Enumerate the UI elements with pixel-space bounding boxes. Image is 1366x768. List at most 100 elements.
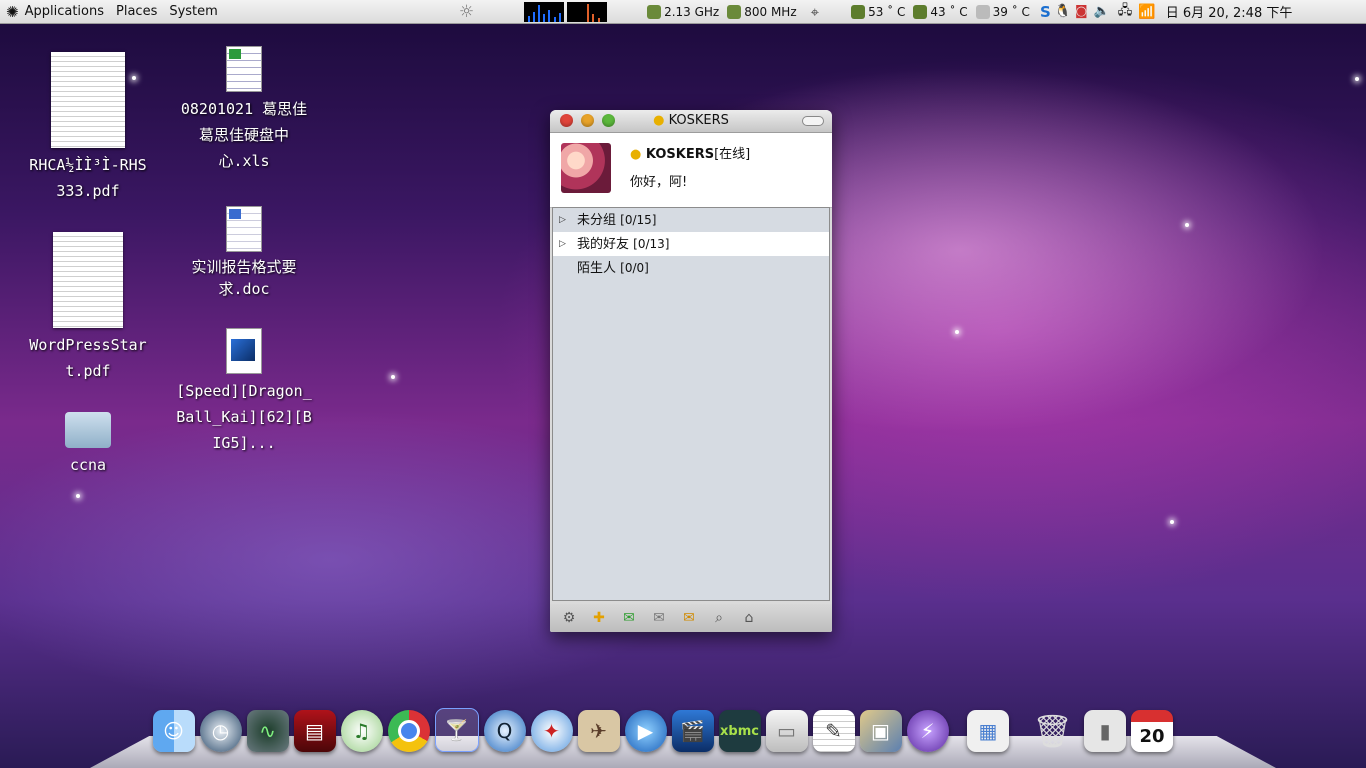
group-message-icon[interactable]: ✉: [678, 607, 700, 629]
temp-sensor-1[interactable]: 53 ˚ C: [851, 4, 906, 19]
mail-icon[interactable]: ✉: [648, 607, 670, 629]
home-icon[interactable]: ⌂: [738, 607, 760, 629]
cocktail-icon[interactable]: 🍸: [434, 708, 479, 752]
weather-sun-icon[interactable]: ☼: [459, 2, 474, 22]
desktop-icon-label: 实训报告格式要求.doc: [191, 258, 297, 298]
system-menu[interactable]: System: [163, 4, 223, 19]
temp-1-label: 53 ˚ C: [868, 4, 906, 19]
chrome-icon[interactable]: [387, 710, 430, 752]
temp-3-label: 39 ˚ C: [992, 4, 1030, 19]
qq-signature[interactable]: 你好，阿!: [630, 171, 687, 190]
background-star: [391, 375, 395, 379]
temp-sensor-2[interactable]: 43 ˚ C: [913, 4, 968, 19]
toolbar-toggle-button[interactable]: [802, 116, 824, 126]
ichat-video-icon[interactable]: ▶: [624, 710, 667, 752]
safari-compass-icon[interactable]: ✦: [530, 710, 573, 752]
expand-arrow-icon: ▷: [559, 239, 566, 249]
toaster-icon[interactable]: ▭: [765, 710, 808, 752]
desktop-icon-ccna-folder[interactable]: ccna: [48, 412, 128, 478]
network-icon[interactable]: 🖧: [1118, 1, 1133, 23]
calendar-day: 20: [1139, 725, 1165, 747]
chat-tray-icon[interactable]: ◙: [1075, 4, 1088, 19]
ubuntu-logo-icon[interactable]: ✺: [6, 3, 19, 21]
pdf-thumbnail-icon: [53, 232, 123, 328]
desktop-icon-label: ccna: [69, 456, 107, 474]
iphoto-icon[interactable]: ▣: [859, 710, 902, 752]
disk-drive-icon: [975, 4, 990, 19]
spreadsheet-icon: [226, 46, 262, 92]
desktop-icon-wordpress-pdf[interactable]: WordPressStart.pdf: [26, 232, 150, 384]
quicktime-icon[interactable]: Q: [483, 710, 526, 752]
online-status-icon: ●: [630, 147, 642, 162]
trash-can-icon[interactable]: 🗑: [1032, 710, 1074, 752]
network-monitor-graph[interactable]: [567, 1, 608, 22]
group-count: [0/13]: [633, 237, 670, 251]
desktop-icon-label: [Speed][Dragon_Ball_Kai][62][BIG5]...: [176, 382, 312, 452]
screenshot-window-icon[interactable]: ▦: [967, 710, 1009, 752]
group-name: 我的好友: [577, 237, 630, 252]
cpu-freq-1[interactable]: 2.13 GHz: [647, 4, 719, 19]
desktop-icon-rhca-pdf[interactable]: RHCA½ÌÌ³Ì-RHS333.pdf: [28, 52, 148, 204]
qq-window-title: ● KOSKERS: [550, 113, 832, 128]
qq-profile-panel: ● KOSKERS[在线] 你好，阿!: [550, 133, 832, 208]
mail-stamp-icon[interactable]: ✈: [577, 710, 620, 752]
cpu-chip-icon: [727, 4, 742, 19]
desktop-icon-xls[interactable]: 08201021 葛思佳 葛思佳硬盘中心.xls: [178, 46, 310, 174]
buddy-list: ▷ 未分组 [0/15] ▷ 我的好友 [0/13] 陌生人 [0/0]: [552, 207, 830, 601]
switch-app-icon[interactable]: ▮: [1084, 710, 1126, 752]
desktop-icon-label: RHCA½ÌÌ³Ì-RHS333.pdf: [29, 156, 147, 200]
avatar[interactable]: [561, 143, 611, 193]
buddy-group-my-friends[interactable]: ▷ 我的好友 [0/13]: [553, 232, 829, 256]
group-count: [0/15]: [620, 213, 657, 227]
settings-gear-icon[interactable]: ⚙: [558, 607, 580, 629]
background-star: [955, 330, 959, 334]
activity-monitor-icon[interactable]: ∿: [246, 710, 289, 752]
green-mail-icon[interactable]: ✉: [618, 607, 640, 629]
photo-booth-icon[interactable]: ▤: [293, 710, 336, 752]
background-star: [1170, 520, 1174, 524]
applications-menu[interactable]: Applications: [19, 4, 110, 19]
cpu-freq-2[interactable]: 800 MHz: [727, 4, 797, 19]
desktop-icon-label: WordPressStart.pdf: [29, 336, 147, 380]
desktop-icon-doc[interactable]: 实训报告格式要求.doc: [182, 206, 306, 300]
imovie-clapper-icon[interactable]: 🎬: [671, 710, 714, 752]
group-name: 未分组: [577, 213, 617, 228]
time-machine-icon[interactable]: ◷: [199, 710, 242, 752]
qq-nickname: KOSKERS: [645, 147, 715, 162]
desktop-icon-video[interactable]: [Speed][Dragon_Ball_Kai][62][BIG5]...: [172, 328, 316, 456]
wifi-icon[interactable]: 📶: [1138, 4, 1155, 20]
textedit-icon[interactable]: ✎: [812, 710, 855, 752]
group-name: 陌生人: [577, 261, 617, 276]
sensor-chip-icon: [913, 4, 928, 19]
background-star: [1185, 223, 1189, 227]
crosshair-icon[interactable]: ⌖: [811, 3, 819, 21]
add-buddy-icon[interactable]: ✚: [588, 607, 610, 629]
qq-titlebar[interactable]: ● KOSKERS: [550, 110, 832, 133]
buddy-group-ungrouped[interactable]: ▷ 未分组 [0/15]: [553, 208, 829, 232]
qq-logo-icon: ●: [653, 113, 665, 128]
desktop-icon-label: 08201021 葛思佳 葛思佳硬盘中心.xls: [180, 100, 308, 170]
qq-title-text: KOSKERS: [668, 113, 729, 128]
qq-status: [在线]: [714, 147, 751, 162]
system-monitor-graph[interactable]: [524, 1, 565, 22]
pdf-thumbnail-icon: [51, 52, 125, 148]
temp-sensor-3[interactable]: 39 ˚ C: [975, 4, 1030, 19]
calendar-icon[interactable]: 20: [1131, 710, 1173, 752]
volume-icon[interactable]: 🔈: [1094, 4, 1110, 19]
search-icon[interactable]: ⌕: [708, 607, 730, 629]
sensor-chip-icon: [851, 4, 866, 19]
qq-tray-icon[interactable]: 🐧: [1055, 4, 1071, 19]
qq-nickname-line[interactable]: ● KOSKERS[在线]: [630, 143, 750, 162]
xbmc-icon[interactable]: xbmc: [718, 710, 761, 752]
buddy-group-strangers[interactable]: 陌生人 [0/0]: [553, 256, 829, 280]
input-method-icon[interactable]: S: [1040, 3, 1051, 21]
document-icon: [226, 206, 262, 252]
qq-window: ● KOSKERS ● KOSKERS[在线] 你好，阿! ▷ 未分组 [0/1…: [550, 110, 832, 632]
temp-2-label: 43 ˚ C: [930, 4, 968, 19]
clock[interactable]: 日 6月 20, 2:48 下午: [1166, 2, 1293, 21]
places-menu[interactable]: Places: [110, 4, 163, 19]
video-file-icon: [226, 328, 262, 374]
finder-icon[interactable]: ☺: [152, 710, 195, 752]
dashboard-icon[interactable]: ⚡: [906, 710, 949, 752]
itunes-icon[interactable]: ♫: [340, 710, 383, 752]
